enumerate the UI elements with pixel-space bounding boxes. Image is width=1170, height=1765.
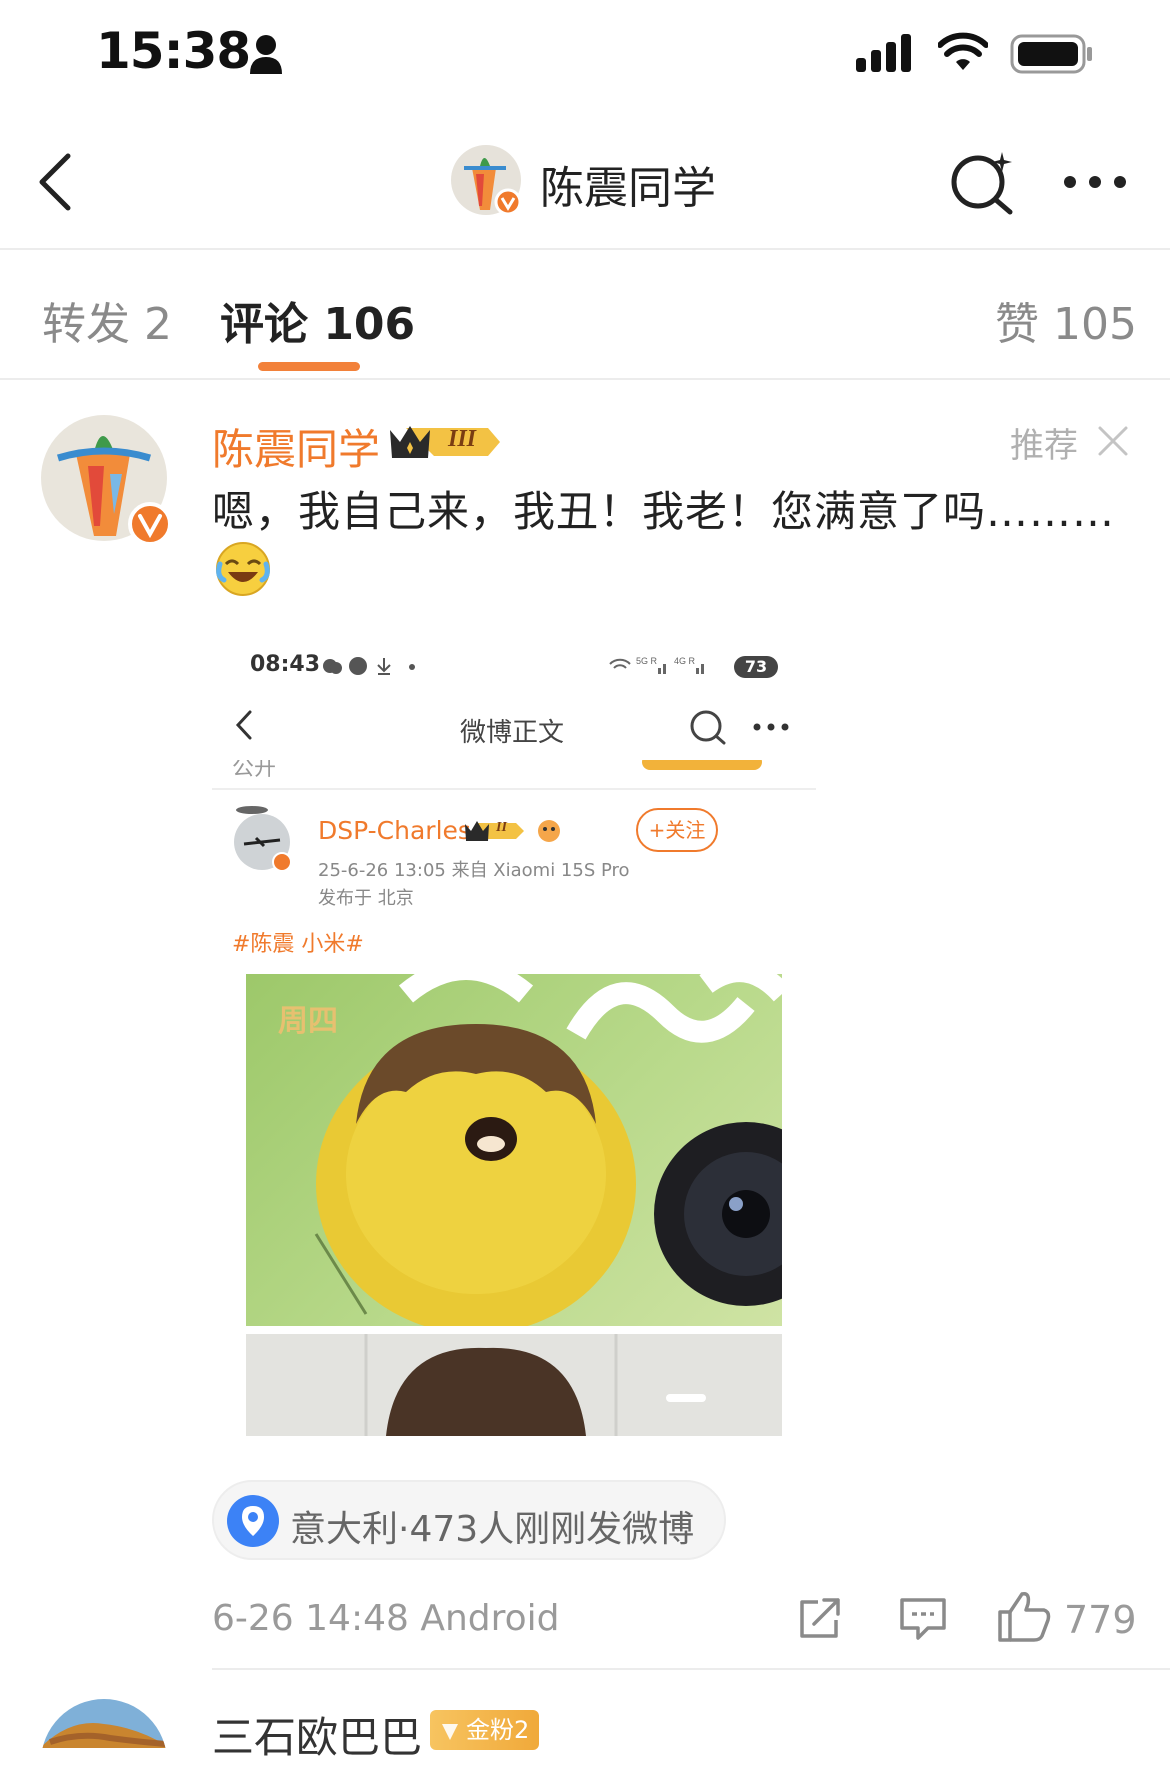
svg-text:5G R: 5G R [636,656,658,666]
shot-meme-weekday: 周四 [278,1004,338,1039]
tabs-divider [0,378,1170,380]
person-icon [250,35,282,74]
crown-icon [390,426,500,458]
nav-title: 陈震同学 [540,163,716,214]
shot-meme-image: 周四 [246,974,782,1326]
like-count: 779 [1064,1598,1137,1642]
shot-post-meta: 25-6-26 13:05 来自 Xiaomi 15S Pro [318,860,630,881]
fan-badge-icon [442,1724,458,1740]
level-badge-text: III [448,426,477,452]
nav-divider [0,248,1170,250]
shot-clipped-row: 公开 [212,760,816,788]
signal-icon [856,34,911,72]
battery-icon [1010,34,1092,74]
next-commenter-avatar[interactable] [40,1698,170,1748]
location-text: 意大利·473人刚刚发微博 [290,1509,695,1550]
like-icon[interactable] [996,1588,1052,1644]
nav-avatar[interactable] [450,144,526,220]
level-badge: III [388,420,504,464]
comment-username[interactable]: 陈震同学 [212,416,380,477]
share-icon[interactable] [796,1594,844,1642]
shot-back-icon [235,710,252,740]
next-comment-username[interactable]: 三石欧巴巴 [212,1704,422,1765]
shot-page-title: 微博正文 [460,718,565,748]
shot-follow-button: +关注 [636,808,718,852]
shot-search-icon [690,710,726,745]
search-icon[interactable] [948,148,1016,216]
tab-active-indicator [258,362,360,371]
shot-second-art [246,1334,782,1436]
fan-badge-text: 金粉2 [466,1716,530,1744]
shot-divider [212,788,816,790]
recommend-label[interactable]: 推荐 [1010,418,1078,467]
shot-battery: 73 [734,656,778,678]
wifi-icon [938,32,988,70]
comment-text: 嗯，我自己来，我丑！我老！您满意了吗……… [212,487,1116,536]
laugh-emoji-icon [216,542,270,596]
shot-post-location: 发布于 北京 [318,888,414,909]
shot-hashtag: #陈震 小米# [232,932,364,957]
shot-second-image [246,1334,782,1436]
commenter-avatar[interactable] [40,414,180,554]
shot-status-time: 08:43 [250,652,321,677]
tab-likes[interactable]: 赞 105 [995,288,1137,352]
tab-reposts[interactable]: 转发 2 [42,288,172,352]
shot-sticker-icon [538,820,560,842]
back-arrow-icon[interactable] [30,148,80,216]
close-icon[interactable] [1096,424,1130,458]
more-icon[interactable] [1062,174,1128,190]
fan-badge: 金粉2 [430,1710,540,1750]
comment-divider [212,1668,1170,1670]
shot-author-avatar [234,806,292,872]
comment-time-source: 6-26 14:48 Android [212,1598,560,1639]
shot-author-name: DSP-Charles [318,816,471,845]
shot-clipped-sticker [642,760,762,770]
shot-more-icon [753,723,789,731]
location-pin-icon [227,1495,279,1547]
shot-author-badge: II [464,818,528,844]
shot-clipped-text: 公开 [232,760,277,781]
status-time: 15:38 [96,22,251,80]
shot-author-badge-text: II [496,820,507,835]
tab-comments[interactable]: 评论 106 [220,288,415,352]
shot-signal-icons: 5G R 4G R [609,656,704,674]
shot-status-icons [323,657,415,675]
svg-text:4G R: 4G R [674,656,696,666]
comment-icon[interactable] [898,1594,948,1642]
comment-image[interactable]: 08:43 5G R 4G R 73 微博正文 公开 DSP-Charles I… [212,630,816,1442]
